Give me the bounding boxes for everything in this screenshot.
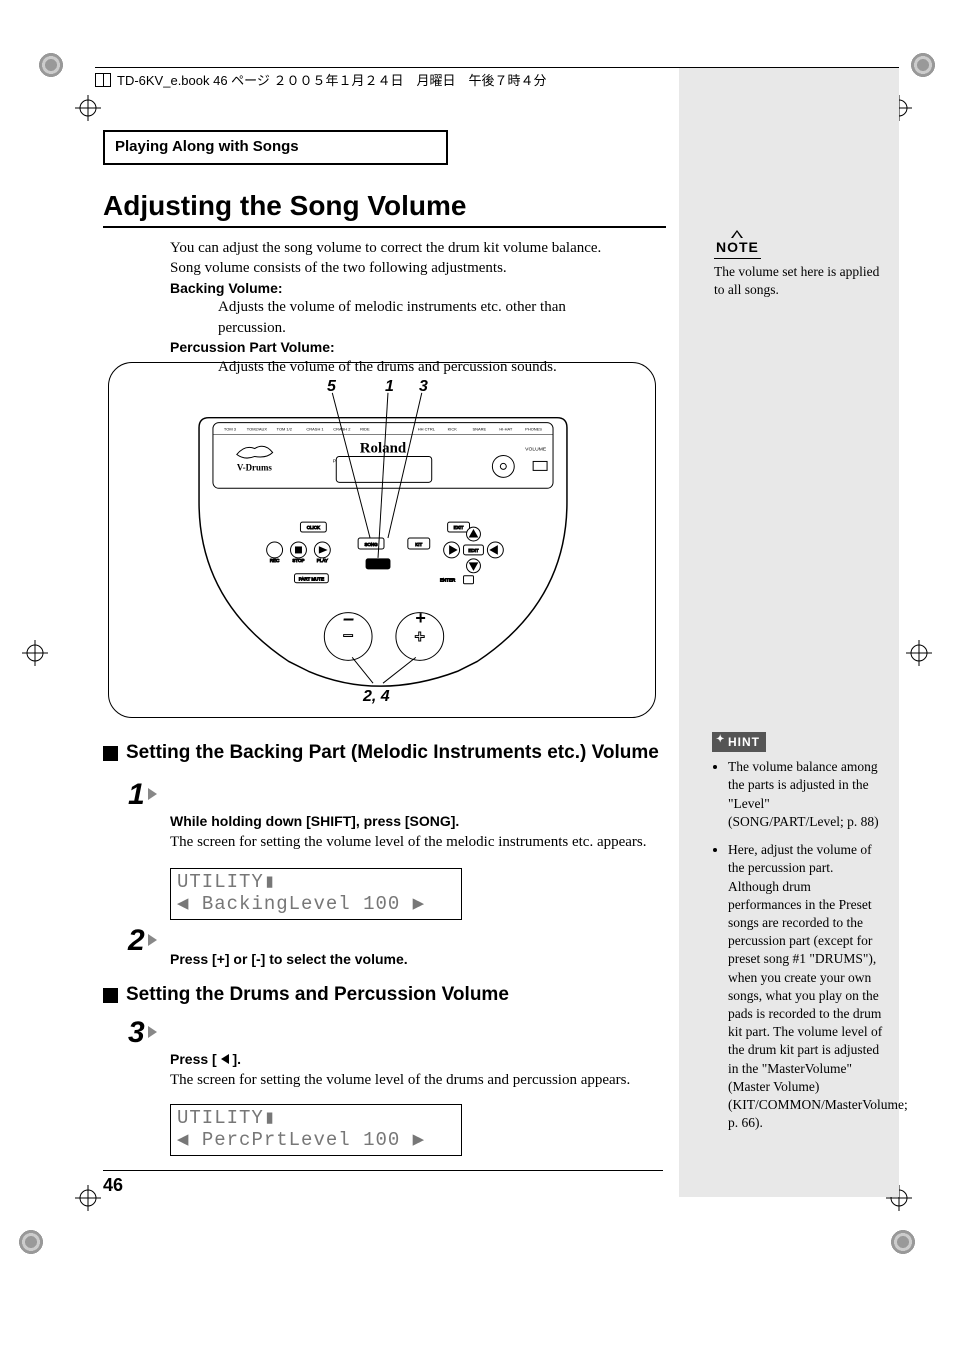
- section-heading-backing: Setting the Backing Part (Melodic Instru…: [103, 742, 659, 764]
- note-text: The volume set here is applied to all so…: [714, 263, 884, 299]
- callout-3: 3: [419, 378, 428, 396]
- registration-mark: [18, 1229, 44, 1255]
- registration-mark: [22, 640, 48, 666]
- step-3-text: The screen for setting the volume level …: [170, 1070, 650, 1091]
- hint-item: The volume balance among the parts is ad…: [728, 758, 884, 831]
- step-2-body: Press [+] or [-] to select the volume.: [170, 950, 650, 970]
- intro-text: You can adjust the song volume to correc…: [170, 238, 630, 377]
- svg-text:PLAY: PLAY: [317, 558, 328, 563]
- svg-text:KICK: KICK: [448, 427, 458, 432]
- triangle-icon: [148, 934, 157, 946]
- square-bullet-icon: [103, 746, 118, 761]
- svg-text:HI-HAT: HI-HAT: [499, 427, 513, 432]
- callout-24: 2, 4: [363, 688, 390, 706]
- svg-text:TOM 1/2: TOM 1/2: [277, 427, 292, 432]
- callout-minus: –: [343, 608, 354, 631]
- device-illustration: TOM 3TOM2/AUXTOM 1/2CRASH 1CRASH 2RIDE H…: [109, 363, 655, 717]
- callout-1: 1: [385, 378, 394, 396]
- hint-callout: HINT The volume balance among the parts …: [712, 732, 884, 1143]
- running-header: TD-6KV_e.book 46 ページ ２００５年１月２４日 月曜日 午後７時…: [95, 67, 899, 89]
- lcd-screen-2: UTILITY▮ ◀ PercPrtLevel 100 ▶: [170, 1104, 462, 1156]
- registration-mark: [38, 52, 64, 78]
- lcd-row: ◀ BackingLevel 100 ▶: [177, 894, 455, 916]
- step-3-instruction: Press [ ].: [170, 1050, 650, 1070]
- section-heading-percussion: Setting the Drums and Percussion Volume: [103, 984, 509, 1006]
- svg-text:TOM2/AUX: TOM2/AUX: [247, 427, 268, 432]
- left-arrow-icon: [221, 1054, 229, 1064]
- svg-text:CRASH 1: CRASH 1: [306, 427, 324, 432]
- device-figure: 5 1 3 – + 2, 4 TOM 3 TOM2/AUX TOM 1/2 CRASH…: [108, 362, 656, 718]
- intro-line: Song volume consists of the two followin…: [170, 258, 630, 278]
- note-label: NOTE: [714, 238, 761, 259]
- registration-mark: [890, 1229, 916, 1255]
- backing-volume-label: Backing Volume:: [170, 279, 630, 298]
- svg-text:+: +: [415, 626, 425, 646]
- svg-text:PART MUTE: PART MUTE: [299, 576, 324, 581]
- step-2-instruction: Press [+] or [-] to select the volume.: [170, 950, 650, 970]
- svg-text:SNARE: SNARE: [472, 427, 486, 432]
- lcd-row: ◀ PercPrtLevel 100 ▶: [177, 1130, 455, 1152]
- step-3-body: Press [ ]. The screen for setting the vo…: [170, 1050, 650, 1091]
- svg-text:SHIFT: SHIFT: [372, 562, 385, 567]
- svg-text:SONG: SONG: [364, 542, 378, 547]
- title-rule: [103, 226, 666, 228]
- callout-plus: +: [415, 608, 426, 629]
- svg-text:EDIT: EDIT: [468, 548, 478, 553]
- square-bullet-icon: [103, 988, 118, 1003]
- step-1-body: While holding down [SHIFT], press [SONG]…: [170, 812, 650, 853]
- page-number: 46: [103, 1170, 663, 1196]
- step-number-1: 1: [128, 778, 157, 812]
- svg-text:TOM 3: TOM 3: [224, 427, 237, 432]
- callout-5: 5: [327, 378, 336, 396]
- svg-text:RIDE: RIDE: [360, 427, 370, 432]
- svg-text:EXIT: EXIT: [454, 525, 464, 530]
- lcd-row: UTILITY▮: [177, 872, 455, 894]
- svg-text:KIT: KIT: [415, 542, 422, 547]
- svg-text:STOP: STOP: [292, 558, 304, 563]
- svg-text:HH CTRL: HH CTRL: [418, 427, 436, 432]
- registration-mark: [910, 52, 936, 78]
- svg-text:REC: REC: [270, 558, 280, 563]
- registration-mark: [75, 95, 101, 121]
- triangle-icon: [148, 788, 157, 800]
- step-1-instruction: While holding down [SHIFT], press [SONG]…: [170, 812, 650, 832]
- page-title: Adjusting the Song Volume: [103, 190, 466, 222]
- chapter-heading: Playing Along with Songs: [103, 130, 448, 165]
- step-1-text: The screen for setting the volume level …: [170, 832, 650, 853]
- registration-mark: [75, 1185, 101, 1211]
- percussion-volume-label: Percussion Part Volume:: [170, 338, 630, 357]
- step-number-3: 3: [128, 1016, 157, 1050]
- svg-text:VOLUME: VOLUME: [525, 447, 547, 453]
- hint-item: Here, adjust the volume of the percussio…: [728, 841, 884, 1133]
- lcd-row: UTILITY▮: [177, 1108, 455, 1130]
- header-text: TD-6KV_e.book 46 ページ ２００５年１月２４日 月曜日 午後７時…: [117, 70, 547, 89]
- section-title: Setting the Drums and Percussion Volume: [126, 984, 509, 1006]
- book-icon: [95, 73, 111, 87]
- intro-line: You can adjust the song volume to correc…: [170, 238, 630, 258]
- step-number-2: 2: [128, 924, 157, 958]
- brand-text: Roland: [360, 440, 407, 456]
- backing-volume-text: Adjusts the volume of melodic instrument…: [218, 297, 630, 338]
- registration-mark: [906, 640, 932, 666]
- lcd-screen-1: UTILITY▮ ◀ BackingLevel 100 ▶: [170, 868, 462, 920]
- svg-text:CLICK: CLICK: [307, 525, 320, 530]
- chapter-title: Playing Along with Songs: [115, 138, 436, 155]
- svg-text:V-Drums: V-Drums: [237, 462, 273, 472]
- svg-text:ENTER: ENTER: [440, 578, 456, 583]
- note-callout: NOTE The volume set here is applied to a…: [714, 238, 884, 299]
- section-title: Setting the Backing Part (Melodic Instru…: [126, 742, 659, 764]
- triangle-icon: [148, 1026, 157, 1038]
- svg-text:PHONES: PHONES: [525, 427, 542, 432]
- hint-label: HINT: [712, 732, 766, 752]
